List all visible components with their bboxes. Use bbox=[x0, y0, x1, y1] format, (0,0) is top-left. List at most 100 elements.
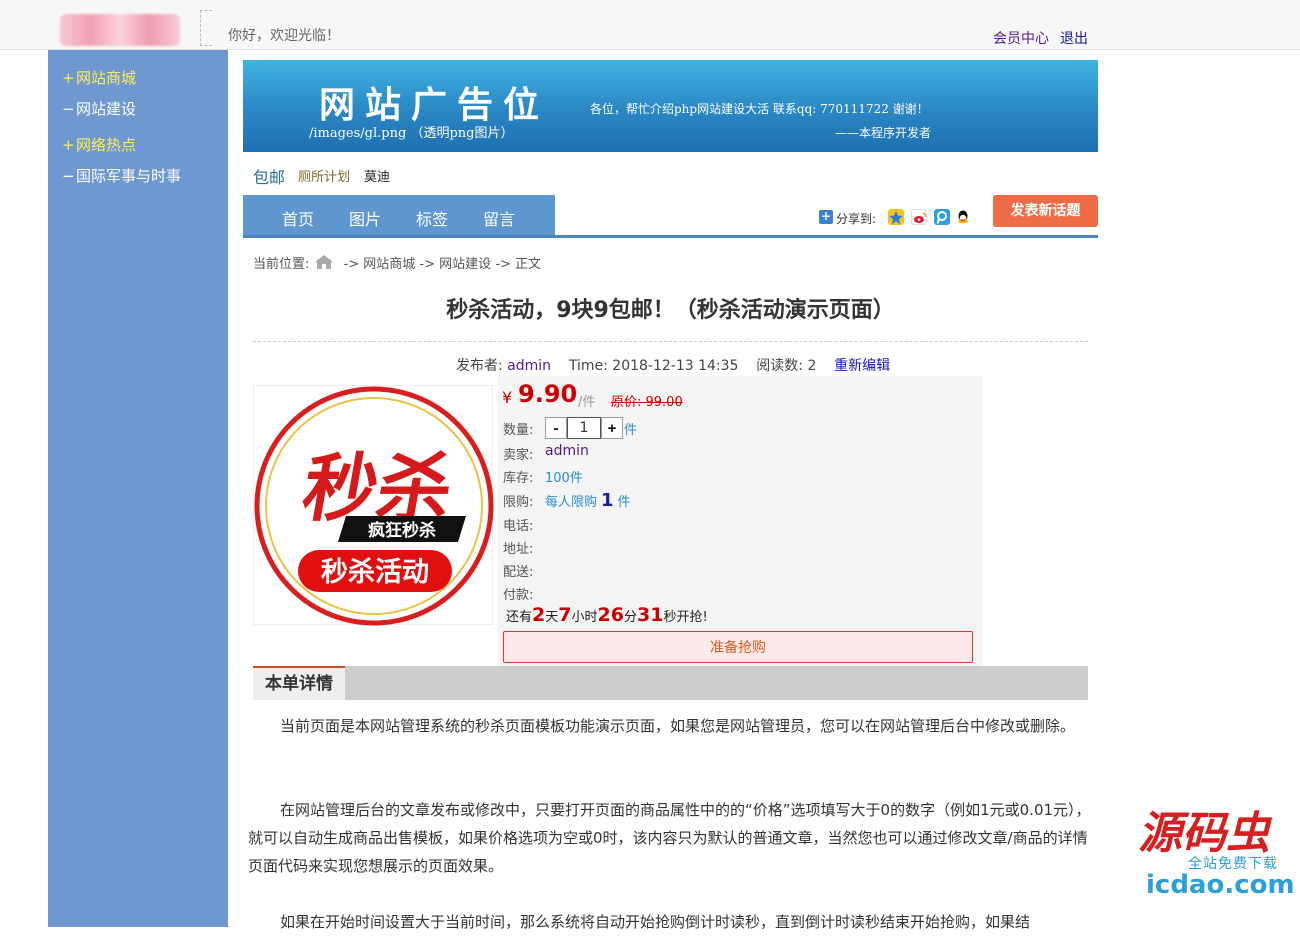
banner-path: /images/gl.png （透明png图片） bbox=[309, 126, 514, 141]
countdown-suffix: 秒开抢! bbox=[663, 610, 708, 625]
breadcrumb-sep: -> bbox=[495, 257, 511, 272]
product-image: 秒杀 疯狂秒杀 秒杀活动 bbox=[253, 385, 494, 626]
limit-number: 1 bbox=[601, 490, 614, 511]
breadcrumb-prefix: 当前位置: bbox=[253, 257, 310, 272]
sidebar-item-label: 国际军事与时事 bbox=[76, 167, 182, 185]
countdown-days-unit: 天 bbox=[545, 610, 559, 625]
countdown-hours-unit: 小时 bbox=[571, 610, 598, 625]
seller-link[interactable]: admin bbox=[545, 443, 589, 459]
expand-icon: + bbox=[62, 136, 75, 154]
top-bar: 你好，欢迎光临！ 会员中心 退出 bbox=[0, 0, 1300, 50]
banner-signature: ——本程序开发者 bbox=[835, 126, 932, 140]
re-edit-link[interactable]: 重新编辑 bbox=[834, 358, 890, 374]
purchase-limit: 每人限购 1 件 bbox=[545, 490, 631, 511]
breadcrumb-current: 正文 bbox=[515, 257, 542, 272]
tag-link[interactable]: 包邮 bbox=[253, 164, 285, 188]
stock-label: 库存: bbox=[503, 471, 534, 486]
sidebar-item-web-building[interactable]: −网站建设 bbox=[62, 98, 136, 119]
nav-messages[interactable]: 留言 bbox=[483, 206, 515, 230]
member-center-link[interactable]: 会员中心 bbox=[993, 28, 1049, 48]
author-label: 发布者: bbox=[456, 358, 503, 374]
article-meta: 发布者: admin Time: 2018-12-13 14:35 阅读数: 2… bbox=[456, 355, 890, 375]
tab-details[interactable]: 本单详情 bbox=[253, 666, 345, 700]
share-label: 分享到: bbox=[836, 212, 877, 226]
ad-banner[interactable]: 网站广告位 /images/gl.png （透明png图片） 各位，帮忙介绍ph… bbox=[243, 60, 1098, 152]
watermark-url: icdao.com bbox=[1146, 870, 1295, 900]
qty-increase-button[interactable]: + bbox=[601, 417, 623, 439]
share-plus-icon[interactable]: + bbox=[819, 210, 833, 224]
banner-title: 网站广告位 bbox=[319, 84, 550, 126]
countdown-timer: 还有2天7小时26分31秒开抢! bbox=[506, 604, 708, 626]
seller-label: 卖家: bbox=[503, 448, 534, 463]
views-count: 2 bbox=[807, 358, 817, 374]
limit-unit: 件 bbox=[617, 495, 631, 510]
currency-symbol: ¥ bbox=[502, 388, 513, 407]
breadcrumb: 当前位置: -> 网站商城 -> 网站建设 -> 正文 bbox=[253, 253, 541, 272]
post-new-topic-button[interactable]: 发表新话题 bbox=[993, 195, 1098, 227]
product-image-bottom-text: 秒杀活动 bbox=[321, 556, 429, 588]
nav-tags[interactable]: 标签 bbox=[416, 206, 448, 230]
sidebar-item-label: 网站商城 bbox=[76, 69, 137, 87]
address-label: 地址: bbox=[503, 542, 534, 557]
original-price: 原价: 99.00 bbox=[611, 395, 683, 410]
countdown-minutes-unit: 分 bbox=[623, 610, 637, 625]
details-tab-bar bbox=[253, 666, 1088, 700]
qty-unit: 件 bbox=[624, 423, 638, 438]
quantity-input[interactable]: 1 bbox=[567, 417, 601, 439]
countdown-hours: 7 bbox=[558, 604, 572, 626]
detail-paragraph: 当前页面是本网站管理系统的秒杀页面模板功能演示页面，如果您是网站管理员，您可以在… bbox=[280, 717, 1076, 735]
breadcrumb-item[interactable]: 网站商城 bbox=[363, 257, 415, 272]
qty-label: 数量: bbox=[503, 423, 534, 438]
author-link[interactable]: admin bbox=[507, 358, 551, 374]
weibo-share-icon[interactable] bbox=[911, 209, 927, 225]
tencent-weibo-share-icon[interactable] bbox=[934, 209, 950, 225]
countdown-seconds: 31 bbox=[636, 604, 664, 626]
stock-value: 100件 bbox=[545, 471, 583, 486]
collapse-icon: − bbox=[62, 100, 75, 118]
breadcrumb-sep: -> bbox=[343, 257, 360, 272]
logout-link[interactable]: 退出 bbox=[1060, 28, 1088, 48]
expand-icon: + bbox=[62, 69, 75, 87]
product-image-sub-text: 疯狂秒杀 bbox=[368, 520, 436, 541]
sidebar-item-mall[interactable]: +网站商城 bbox=[62, 67, 136, 88]
breadcrumb-sep: -> bbox=[419, 257, 436, 272]
countdown-prefix: 还有 bbox=[506, 610, 533, 625]
home-icon[interactable] bbox=[315, 255, 334, 269]
main-nav: 首页 图片 标签 留言 bbox=[243, 195, 555, 235]
tag-link[interactable]: 厕所计划 bbox=[298, 166, 350, 185]
sidebar-item-military[interactable]: −国际军事与时事 bbox=[62, 165, 181, 186]
qzone-share-icon[interactable] bbox=[888, 209, 904, 225]
nav-underline bbox=[243, 235, 1098, 238]
sidebar-item-hot-topics[interactable]: +网络热点 bbox=[62, 134, 136, 155]
publish-time: Time: 2018-12-13 14:35 bbox=[568, 358, 739, 374]
delivery-label: 配送: bbox=[503, 565, 534, 580]
collapse-icon: − bbox=[62, 167, 75, 185]
qq-share-icon[interactable] bbox=[955, 209, 971, 225]
limit-label: 限购: bbox=[503, 495, 534, 510]
product-price: 9.90 bbox=[518, 380, 578, 408]
views-label: 阅读数: bbox=[756, 358, 803, 374]
detail-paragraph: 在网站管理后台的文章发布或修改中，只要打开页面的商品属性中的的“价格”选项填写大… bbox=[248, 801, 1091, 875]
breadcrumb-item[interactable]: 网站建设 bbox=[439, 257, 491, 272]
limit-text: 每人限购 bbox=[545, 495, 598, 510]
title-divider bbox=[253, 341, 1088, 342]
sidebar: +网站商城 −网站建设 +网络热点 −国际军事与时事 bbox=[48, 50, 228, 927]
header-divider bbox=[200, 10, 212, 46]
prepare-buy-button[interactable]: 准备抢购 bbox=[503, 631, 973, 663]
countdown-days: 2 bbox=[532, 604, 546, 626]
price-unit: /件 bbox=[578, 395, 596, 410]
phone-label: 电话: bbox=[503, 519, 534, 534]
nav-images[interactable]: 图片 bbox=[349, 206, 381, 230]
welcome-text: 你好，欢迎光临！ bbox=[228, 28, 340, 44]
page-title: 秒杀活动，9块9包邮！（秒杀活动演示页面） bbox=[446, 298, 895, 323]
sidebar-item-label: 网站建设 bbox=[76, 100, 137, 118]
countdown-minutes: 26 bbox=[597, 604, 624, 626]
nav-home[interactable]: 首页 bbox=[282, 206, 314, 230]
sidebar-item-label: 网络热点 bbox=[76, 136, 137, 154]
site-logo[interactable] bbox=[60, 14, 180, 46]
qty-decrease-button[interactable]: - bbox=[545, 417, 567, 439]
tag-link[interactable]: 莫迪 bbox=[364, 166, 390, 185]
watermark-logo-text: 源码虫 bbox=[1138, 808, 1273, 856]
detail-paragraph: 如果在开始时间设置大于当前时间，那么系统将自动开始抢购倒计时读秒，直到倒计时读秒… bbox=[280, 913, 1031, 931]
payment-label: 付款: bbox=[503, 588, 534, 603]
